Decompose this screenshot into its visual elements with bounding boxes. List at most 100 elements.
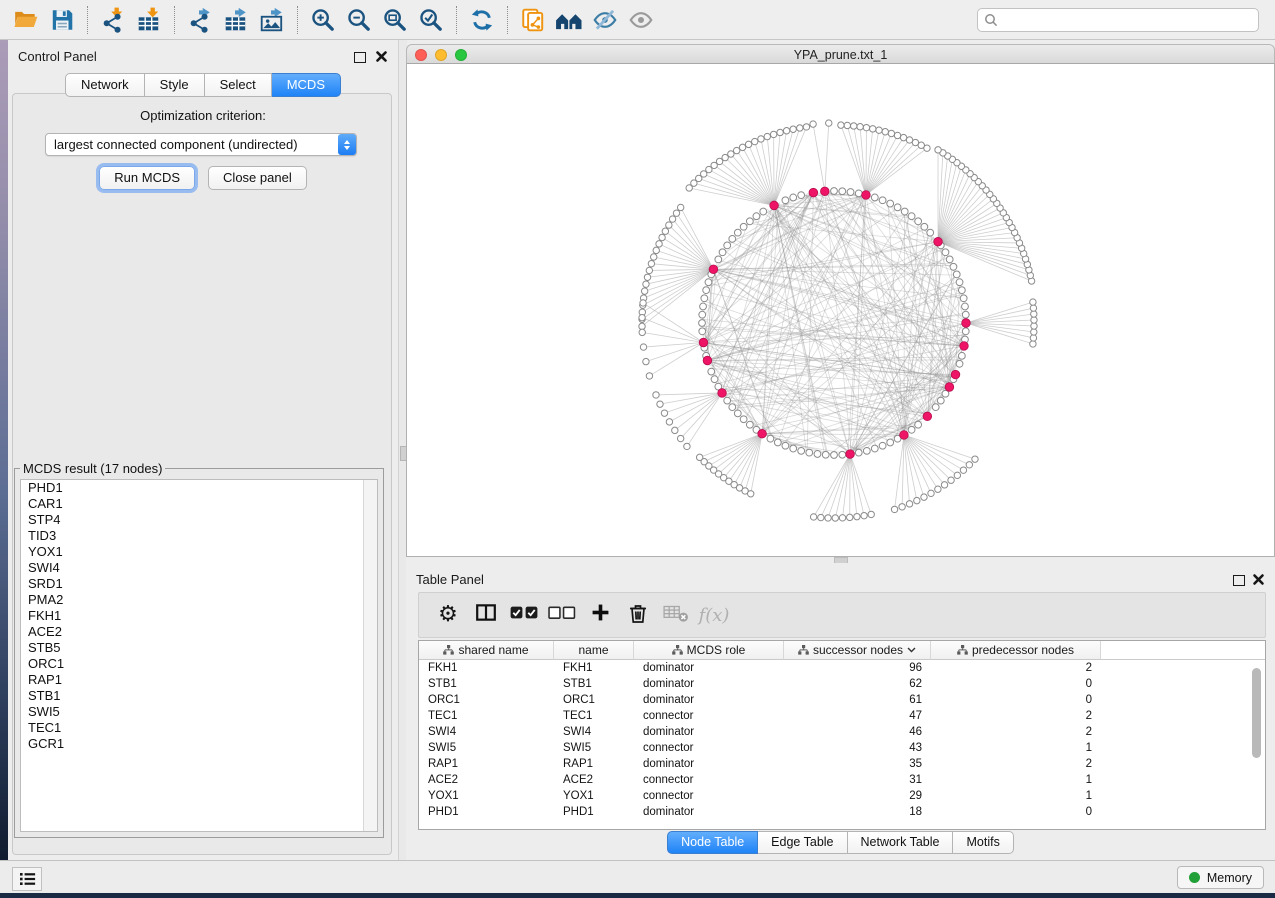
graph-node[interactable]	[908, 426, 915, 433]
graph-mcds-node[interactable]	[770, 201, 779, 210]
import-network-button[interactable]	[95, 3, 131, 37]
graph-node[interactable]	[937, 397, 944, 404]
first-neighbors-button[interactable]	[551, 3, 587, 37]
table-cell[interactable]: connector	[634, 708, 784, 724]
graph-node[interactable]	[899, 504, 905, 510]
graph-node[interactable]	[639, 314, 645, 320]
graph-node[interactable]	[728, 151, 734, 157]
graph-node[interactable]	[935, 147, 941, 153]
graph-node[interactable]	[745, 141, 751, 147]
table-cell[interactable]: 1	[931, 740, 1101, 756]
graph-node[interactable]	[703, 287, 710, 294]
graph-node[interactable]	[806, 449, 813, 456]
table-cell[interactable]: 29	[784, 788, 931, 804]
tab-node-table[interactable]: Node Table	[667, 831, 758, 854]
mcds-result-item[interactable]: ACE2	[21, 624, 377, 640]
graph-node[interactable]	[758, 136, 764, 142]
graph-node[interactable]	[854, 513, 860, 519]
graph-node[interactable]	[891, 506, 897, 512]
table-cell[interactable]: 0	[931, 676, 1101, 692]
table-cell[interactable]: 47	[784, 708, 931, 724]
table-cell[interactable]: STB1	[554, 676, 634, 692]
graph-node[interactable]	[954, 472, 960, 478]
graph-node[interactable]	[644, 274, 650, 280]
table-cell[interactable]: 62	[784, 676, 931, 692]
export-network-button[interactable]	[182, 3, 218, 37]
table-row[interactable]: YOX1YOX1connector291	[419, 788, 1265, 804]
graph-node[interactable]	[729, 404, 736, 411]
table-cell[interactable]: TEC1	[419, 708, 554, 724]
scrollbar-thumb[interactable]	[1252, 668, 1261, 758]
graph-mcds-node[interactable]	[951, 370, 960, 379]
graph-node[interactable]	[662, 228, 668, 234]
export-table-button[interactable]	[218, 3, 254, 37]
column-header-predecessor-nodes[interactable]: predecessor nodes	[931, 641, 1101, 660]
graph-node[interactable]	[1031, 311, 1037, 317]
graph-node[interactable]	[960, 295, 967, 302]
graph-node[interactable]	[882, 129, 888, 135]
graph-node[interactable]	[748, 491, 754, 497]
graph-node[interactable]	[887, 439, 894, 446]
graph-node[interactable]	[906, 137, 912, 143]
graph-node[interactable]	[669, 216, 675, 222]
deselect-all-button[interactable]	[543, 597, 581, 633]
graph-node[interactable]	[657, 401, 663, 407]
graph-node[interactable]	[958, 287, 965, 294]
search-box[interactable]	[977, 8, 1259, 32]
graph-node[interactable]	[803, 124, 809, 130]
graph-node[interactable]	[699, 311, 706, 318]
graph-node[interactable]	[770, 131, 776, 137]
table-cell[interactable]: 1	[931, 772, 1101, 788]
table-cell[interactable]: dominator	[634, 724, 784, 740]
zoom-out-button[interactable]	[341, 3, 377, 37]
graph-mcds-node[interactable]	[923, 412, 932, 421]
graph-node[interactable]	[871, 445, 878, 452]
graph-node[interactable]	[871, 194, 878, 201]
graph-node[interactable]	[646, 267, 652, 273]
graph-node[interactable]	[798, 192, 805, 199]
graph-node[interactable]	[760, 208, 767, 215]
graph-node[interactable]	[715, 256, 722, 263]
table-cell[interactable]: YOX1	[554, 788, 634, 804]
graph-node[interactable]	[739, 144, 745, 150]
table-cell[interactable]: ORC1	[554, 692, 634, 708]
graph-node[interactable]	[839, 515, 845, 521]
graph-node[interactable]	[699, 328, 706, 335]
graph-node[interactable]	[928, 490, 934, 496]
table-row[interactable]: STB1STB1dominator620	[419, 676, 1265, 692]
show-panel-list-button[interactable]	[12, 867, 42, 891]
table-cell[interactable]: 61	[784, 692, 931, 708]
graph-node[interactable]	[699, 320, 706, 327]
graph-node[interactable]	[1030, 335, 1036, 341]
graph-node[interactable]	[908, 213, 915, 220]
graph-node[interactable]	[941, 482, 947, 488]
graph-node[interactable]	[797, 125, 803, 131]
mcds-result-item[interactable]: TID3	[21, 528, 377, 544]
graph-node[interactable]	[972, 456, 978, 462]
graph-node[interactable]	[724, 397, 731, 404]
tab-select[interactable]: Select	[205, 73, 272, 97]
table-cell[interactable]: PHD1	[554, 804, 634, 820]
table-cell[interactable]: ACE2	[419, 772, 554, 788]
graph-node[interactable]	[646, 373, 652, 379]
graph-node[interactable]	[863, 447, 870, 454]
graph-node[interactable]	[956, 279, 963, 286]
graph-node[interactable]	[753, 213, 760, 220]
table-cell[interactable]: RAP1	[554, 756, 634, 772]
network-window-titlebar[interactable]: YPA_prune.txt_1	[406, 44, 1275, 64]
table-row[interactable]: ACE2ACE2connector311	[419, 772, 1265, 788]
mcds-result-item[interactable]: GCR1	[21, 736, 377, 752]
graph-node[interactable]	[746, 421, 753, 428]
graph-node[interactable]	[711, 376, 718, 383]
graph-mcds-node[interactable]	[820, 187, 829, 196]
close-panel-icon[interactable]	[1252, 573, 1265, 586]
graph-node[interactable]	[672, 427, 678, 433]
graph-mcds-node[interactable]	[862, 191, 871, 200]
graph-mcds-node[interactable]	[934, 237, 943, 246]
mcds-result-item[interactable]: CAR1	[21, 496, 377, 512]
table-cell[interactable]: connector	[634, 772, 784, 788]
hide-selected-button[interactable]	[587, 3, 623, 37]
graph-node[interactable]	[643, 358, 649, 364]
graph-node[interactable]	[708, 368, 715, 375]
table-cell[interactable]: FKH1	[554, 660, 634, 676]
